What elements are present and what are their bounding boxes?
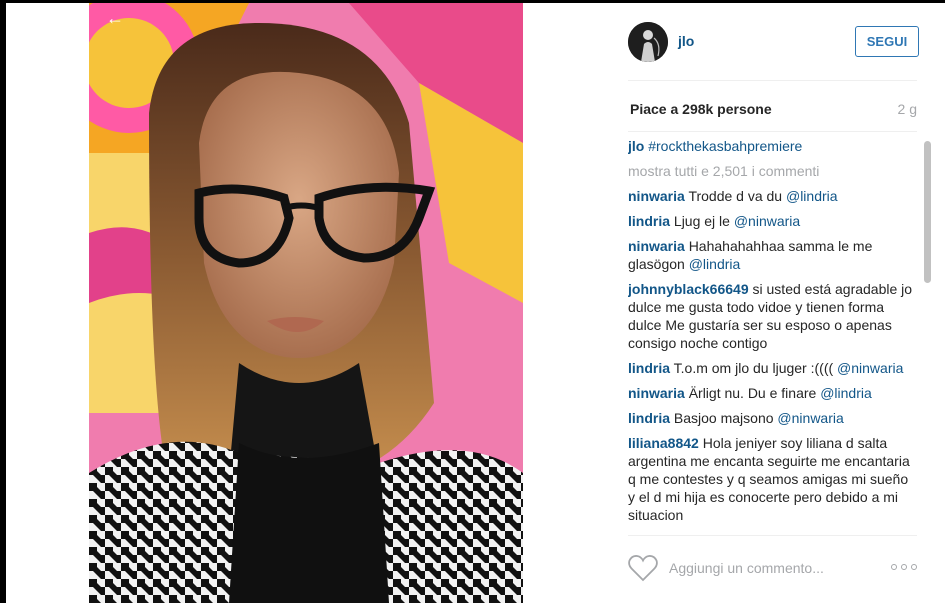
divider (628, 131, 917, 132)
post-header: jlo SEGUI (628, 3, 919, 81)
load-more-comments[interactable]: mostra tutti e 2,501 i commenti (628, 162, 913, 180)
avatar[interactable] (628, 22, 668, 62)
caption-hashtag[interactable]: #rockthekasbahpremiere (648, 138, 802, 154)
post-modal: ← jlo SEGUI Piace a 298k persone 2 g jlo (6, 3, 945, 603)
post-sidebar: jlo SEGUI Piace a 298k persone 2 g jlo #… (604, 3, 945, 603)
likes-count[interactable]: Piace a 298k persone (630, 101, 772, 117)
comment-user[interactable]: ninwaria (628, 188, 685, 204)
comment-text: Trodde d va du (688, 188, 786, 204)
post-image (89, 3, 523, 603)
back-arrow-icon[interactable]: ← (106, 9, 124, 27)
comment-item: johnnyblack66649 si usted está agradable… (628, 280, 913, 352)
comment-item: lindria T.o.m om jlo du ljuger :(((( @ni… (628, 359, 913, 377)
comment-item: ninwaria Hahahahahhaa samma le me glasög… (628, 237, 913, 273)
comment-mention[interactable]: @lindria (689, 256, 741, 272)
comment-text: Ljug ej le (673, 213, 734, 229)
comment-item: lindria Ljug ej le @ninwaria (628, 212, 913, 230)
comment-mention[interactable]: @ninwaria (734, 213, 800, 229)
comment-item: liliana8842 Hola jeniyer soy liliana d s… (628, 434, 913, 524)
comment-item: ninwaria Trodde d va du @lindria (628, 187, 913, 205)
post-photo[interactable]: ← (6, 3, 604, 603)
comment-text: Basjoo majsono (673, 410, 778, 426)
caption: jlo #rockthekasbahpremiere (628, 137, 913, 155)
comment-text: Ärligt nu. Du e finare (688, 385, 821, 401)
follow-button[interactable]: SEGUI (855, 26, 919, 57)
post-stats: Piace a 298k persone 2 g (628, 101, 917, 121)
post-time[interactable]: 2 g (898, 101, 917, 117)
comment-user[interactable]: johnnyblack66649 (628, 281, 749, 297)
comment-user[interactable]: lindria (628, 410, 670, 426)
heart-icon[interactable] (628, 554, 658, 582)
comment-mention[interactable]: @lindria (820, 385, 872, 401)
more-options-icon[interactable] (891, 564, 917, 572)
comment-user[interactable]: lindria (628, 213, 670, 229)
comment-user[interactable]: ninwaria (628, 385, 685, 401)
comment-user[interactable]: ninwaria (628, 238, 685, 254)
comment-user[interactable]: lindria (628, 360, 670, 376)
scrollbar[interactable] (924, 141, 931, 283)
comment-mention[interactable]: @lindria (786, 188, 838, 204)
comment-item: ninwaria Ärligt nu. Du e finare @lindria (628, 384, 913, 402)
add-comment-input[interactable]: Aggiungi un commento... (669, 560, 824, 576)
username[interactable]: jlo (678, 33, 694, 49)
comment-mention[interactable]: @ninwaria (777, 410, 843, 426)
comments-list[interactable]: jlo #rockthekasbahpremiere mostra tutti … (628, 137, 913, 540)
comment-mention[interactable]: @ninwaria (837, 360, 903, 376)
comment-user[interactable]: liliana8842 (628, 435, 699, 451)
comment-bar: Aggiungi un commento... (628, 535, 917, 603)
comment-text: T.o.m om jlo du ljuger :(((( (673, 360, 838, 376)
comment-item: lindria Basjoo majsono @ninwaria (628, 409, 913, 427)
caption-user[interactable]: jlo (628, 138, 644, 154)
